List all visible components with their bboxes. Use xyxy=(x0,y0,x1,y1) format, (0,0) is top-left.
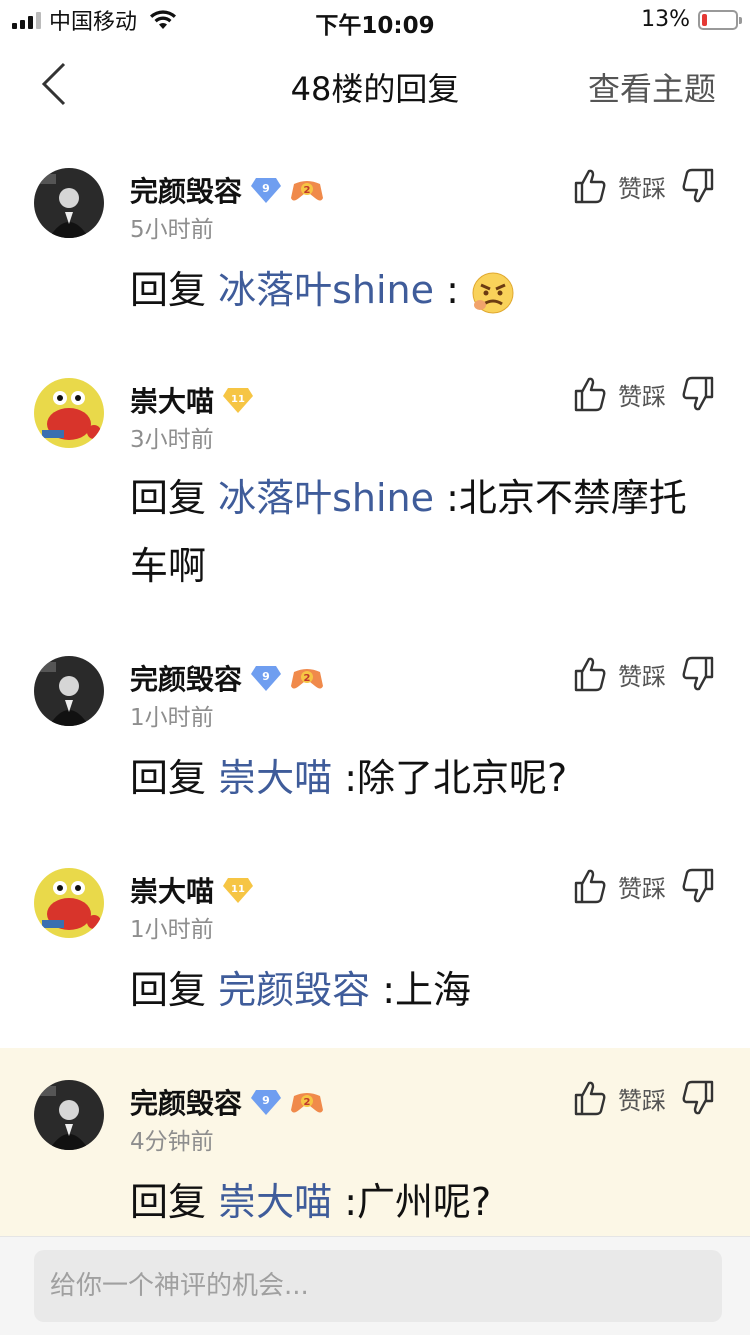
avatar[interactable] xyxy=(34,168,104,238)
mention-link[interactable]: 崇大喵 xyxy=(218,756,332,800)
svg-text:11: 11 xyxy=(231,394,245,405)
vote-label: 赞踩 xyxy=(618,174,666,203)
comment-body: 回复 冰落叶shine : xyxy=(130,256,700,324)
username[interactable]: 完颜毁容 xyxy=(130,1082,242,1122)
battery-percent: 13% xyxy=(641,7,690,32)
reply-input[interactable] xyxy=(34,1250,722,1322)
comment-item: 完颜毁容 9 2 5小时前 回复 冰落叶shine : 赞踩 xyxy=(0,128,750,338)
username-row: 完颜毁容 9 2 xyxy=(130,1082,324,1122)
level-badge-blue-icon: 9 xyxy=(250,664,282,692)
username[interactable]: 崇大喵 xyxy=(130,870,214,910)
comment-text: 上海 xyxy=(395,968,472,1012)
username[interactable]: 完颜毁容 xyxy=(130,170,242,210)
vote-actions: 赞踩 xyxy=(574,868,714,904)
vote-actions: 赞踩 xyxy=(574,656,714,692)
reply-prefix: 回复 xyxy=(130,476,219,520)
svg-text:2: 2 xyxy=(304,1097,311,1108)
comment-body: 回复 完颜毁容 :上海 xyxy=(130,956,700,1024)
comment-text: 除了北京呢? xyxy=(357,756,568,800)
reply-bar xyxy=(0,1236,750,1335)
gamepad-badge-icon: 2 xyxy=(290,1088,324,1116)
mention-link[interactable]: 冰落叶shine xyxy=(218,268,434,312)
gamepad-badge-icon: 2 xyxy=(290,176,324,204)
thumbs-up-icon[interactable] xyxy=(574,168,606,204)
reply-separator: : xyxy=(370,968,395,1012)
vote-label: 赞踩 xyxy=(618,874,666,903)
avatar[interactable] xyxy=(34,656,104,726)
thumbs-up-icon[interactable] xyxy=(574,868,606,904)
status-time: 下午10:09 xyxy=(315,13,435,39)
comment-body: 回复 冰落叶shine :北京不禁摩托车啊 xyxy=(130,464,700,600)
svg-text:9: 9 xyxy=(262,182,270,195)
comment-item: 崇大喵 11 3小时前 回复 冰落叶shine :北京不禁摩托车啊 赞踩 xyxy=(0,338,750,618)
level-badge-gold-icon: 11 xyxy=(222,386,254,414)
thumbs-down-icon[interactable] xyxy=(682,168,714,204)
thumbs-down-icon[interactable] xyxy=(682,868,714,904)
reply-prefix: 回复 xyxy=(130,268,219,312)
reply-separator: : xyxy=(434,268,459,312)
reply-prefix: 回复 xyxy=(130,1180,219,1224)
reply-prefix: 回复 xyxy=(130,968,219,1012)
vote-actions: 赞踩 xyxy=(574,1080,714,1116)
username[interactable]: 完颜毁容 xyxy=(130,658,242,698)
comment-body: 回复 崇大喵 :除了北京呢? xyxy=(130,744,700,812)
level-badge-blue-icon: 9 xyxy=(250,176,282,204)
vote-label: 赞踩 xyxy=(618,382,666,411)
vote-actions: 赞踩 xyxy=(574,376,714,412)
thumbs-up-icon[interactable] xyxy=(574,376,606,412)
username-row: 崇大喵 11 xyxy=(130,380,254,420)
view-topic-link[interactable]: 查看主题 xyxy=(588,64,716,110)
username-row: 完颜毁容 9 2 xyxy=(130,170,324,210)
mention-link[interactable]: 冰落叶shine xyxy=(218,476,434,520)
level-badge-blue-icon: 9 xyxy=(250,1088,282,1116)
thumbs-down-icon[interactable] xyxy=(682,1080,714,1116)
thumbs-up-icon[interactable] xyxy=(574,656,606,692)
comment-item: 崇大喵 11 1小时前 回复 完颜毁容 :上海 赞踩 xyxy=(0,828,750,1048)
svg-text:9: 9 xyxy=(262,670,270,683)
svg-text:9: 9 xyxy=(262,1094,270,1107)
vote-label: 赞踩 xyxy=(618,662,666,691)
level-badge-gold-icon: 11 xyxy=(222,876,254,904)
status-bar: 中国移动 下午10:09 13% xyxy=(0,0,750,40)
reply-separator: : xyxy=(332,756,357,800)
comment-time: 4分钟前 xyxy=(130,1129,214,1155)
avatar[interactable] xyxy=(34,1080,104,1150)
vote-label: 赞踩 xyxy=(618,1086,666,1115)
svg-text:11: 11 xyxy=(231,884,245,895)
gamepad-badge-icon: 2 xyxy=(290,664,324,692)
svg-text:2: 2 xyxy=(304,185,311,196)
avatar[interactable] xyxy=(34,378,104,448)
mention-link[interactable]: 完颜毁容 xyxy=(218,968,370,1012)
thumbs-down-icon[interactable] xyxy=(682,656,714,692)
status-right: 13% xyxy=(641,7,742,32)
angry-face-emoji-icon xyxy=(472,272,514,313)
comment-time: 1小时前 xyxy=(130,917,214,943)
comment-item: 完颜毁容 9 2 1小时前 回复 崇大喵 :除了北京呢? 赞踩 xyxy=(0,618,750,828)
comment-text: 广州呢? xyxy=(357,1180,492,1224)
comment-item-highlighted: 完颜毁容 9 2 4分钟前 回复 崇大喵 :广州呢? 赞踩 xyxy=(0,1048,750,1236)
thumbs-down-icon[interactable] xyxy=(682,376,714,412)
reply-separator: : xyxy=(332,1180,357,1224)
comment-body: 回复 崇大喵 :广州呢? xyxy=(130,1168,700,1236)
battery-icon xyxy=(698,9,742,30)
nav-bar: 48楼的回复 查看主题 xyxy=(0,40,750,128)
svg-text:2: 2 xyxy=(304,673,311,684)
username[interactable]: 崇大喵 xyxy=(130,380,214,420)
username-row: 完颜毁容 9 2 xyxy=(130,658,324,698)
comment-time: 1小时前 xyxy=(130,705,214,731)
vote-actions: 赞踩 xyxy=(574,168,714,204)
avatar[interactable] xyxy=(34,868,104,938)
username-row: 崇大喵 11 xyxy=(130,870,254,910)
comment-time: 5小时前 xyxy=(130,217,214,243)
comment-time: 3小时前 xyxy=(130,427,214,453)
mention-link[interactable]: 崇大喵 xyxy=(218,1180,332,1224)
thumbs-up-icon[interactable] xyxy=(574,1080,606,1116)
reply-prefix: 回复 xyxy=(130,756,219,800)
reply-separator: : xyxy=(434,476,459,520)
